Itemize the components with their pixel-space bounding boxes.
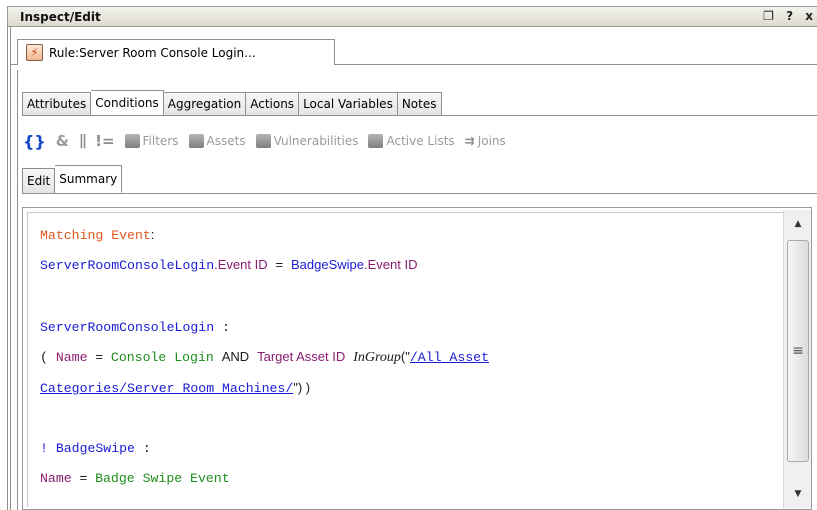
open-paren: (: [40, 350, 56, 365]
close-paren: ") ): [293, 380, 311, 395]
scroll-up-arrow-icon[interactable]: ▲: [784, 210, 812, 238]
colon: :: [150, 227, 155, 242]
tab-local-variables[interactable]: Local Variables: [299, 92, 398, 116]
operator: InGroup: [353, 350, 401, 365]
vertical-scrollbar[interactable]: ▲ ≡ ▼: [783, 210, 811, 508]
scroll-down-arrow-icon[interactable]: ▼: [784, 480, 812, 508]
grip-icon: ≡: [792, 343, 804, 359]
divider: [22, 193, 817, 194]
asset-group-link[interactable]: /All Asset: [410, 350, 489, 365]
field-name: .Event ID: [364, 257, 418, 272]
alias-name: ServerRoomConsoleLogin: [40, 258, 215, 273]
not-equal-icon[interactable]: !=: [95, 132, 114, 150]
or-icon[interactable]: ||: [79, 133, 87, 149]
console-login-header: ServerRoomConsoleLogin :: [40, 320, 230, 335]
alias-name: BadgeSwipe: [55, 441, 135, 456]
tab-notes[interactable]: Notes: [397, 92, 442, 116]
console-login-condition-cont: Categories/Server Room Machines/") ): [40, 380, 310, 396]
asset-group-link[interactable]: Categories/Server Room Machines/: [40, 381, 293, 396]
value: Badge Swipe Event: [95, 471, 230, 486]
lightning-icon: ⚡: [26, 44, 43, 61]
rule-tab-label: Rule:Server Room Console Login...: [49, 45, 256, 60]
colon: :: [222, 320, 230, 335]
not-operator: !: [40, 441, 56, 456]
tab-conditions[interactable]: Conditions: [91, 90, 164, 116]
filters-label: Filters: [142, 134, 179, 148]
filters-button[interactable]: Filters: [124, 134, 179, 148]
scroll-thumb[interactable]: ≡: [787, 240, 809, 462]
matching-event-line: Matching Event:: [40, 227, 154, 243]
window-title: Inspect/Edit: [20, 10, 101, 24]
and-operator: AND: [221, 349, 250, 364]
filter-icon: [124, 134, 140, 148]
field-name: .Event ID: [214, 257, 268, 272]
tab-attributes[interactable]: Attributes: [22, 92, 92, 116]
active-lists-label: Active Lists: [386, 134, 455, 148]
vulnerability-icon: [255, 134, 271, 148]
assets-button[interactable]: Assets: [188, 134, 246, 148]
assets-label: Assets: [206, 134, 246, 148]
braces-icon[interactable]: {}: [23, 132, 46, 151]
window-controls[interactable]: ❐ ? x: [763, 9, 817, 23]
tab-actions[interactable]: Actions: [246, 92, 300, 116]
window-title-bar: Inspect/Edit ❐ ? x: [7, 6, 817, 27]
colon: :: [142, 441, 151, 456]
joins-icon: ⇉: [464, 134, 475, 148]
matching-event-label: Matching Event: [40, 228, 151, 243]
field-name: Target Asset ID: [257, 349, 346, 364]
badge-swipe-header: ! BadgeSwipe :: [40, 441, 151, 456]
badge-swipe-condition: Name = Badge Swipe Event: [40, 470, 230, 486]
joins-button[interactable]: ⇉ Joins: [465, 134, 506, 148]
tab-edit[interactable]: Edit: [22, 168, 56, 194]
operator: =: [79, 470, 88, 485]
divider: [11, 64, 17, 65]
console-login-condition: ( Name = Console Login AND Target Asset …: [40, 349, 489, 366]
divider: [22, 115, 817, 116]
alias-name: BadgeSwipe: [291, 257, 365, 272]
active-lists-button[interactable]: Active Lists: [368, 134, 455, 148]
open-paren: (": [400, 349, 410, 364]
field-name: Name: [40, 471, 72, 486]
divider: [335, 64, 817, 65]
alias-name: ServerRoomConsoleLogin: [40, 320, 215, 335]
and-icon[interactable]: &: [56, 132, 69, 150]
view-tabs: Edit Summary: [22, 165, 123, 194]
joins-label: Joins: [477, 134, 506, 148]
editor-tabs: Attributes Conditions Aggregation Action…: [22, 90, 442, 116]
rule-tab[interactable]: ⚡ Rule:Server Room Console Login...: [17, 39, 335, 65]
conditions-toolbar: {} & || != Filters Assets Vulnerabilitie…: [23, 129, 516, 153]
vulnerabilities-label: Vulnerabilities: [273, 134, 359, 148]
list-icon: [368, 134, 384, 148]
operator: =: [275, 257, 284, 272]
field-name: Name: [55, 350, 88, 365]
outer-border: [7, 27, 8, 510]
outer-border-inner: [10, 27, 11, 510]
operator: =: [95, 349, 103, 364]
value: Console Login: [110, 350, 214, 365]
tab-aggregation[interactable]: Aggregation: [163, 92, 247, 116]
tab-summary[interactable]: Summary: [55, 165, 123, 193]
event-id-condition: ServerRoomConsoleLogin.Event ID = BadgeS…: [40, 257, 417, 273]
vulnerabilities-button[interactable]: Vulnerabilities: [255, 134, 359, 148]
asset-icon: [188, 134, 204, 148]
